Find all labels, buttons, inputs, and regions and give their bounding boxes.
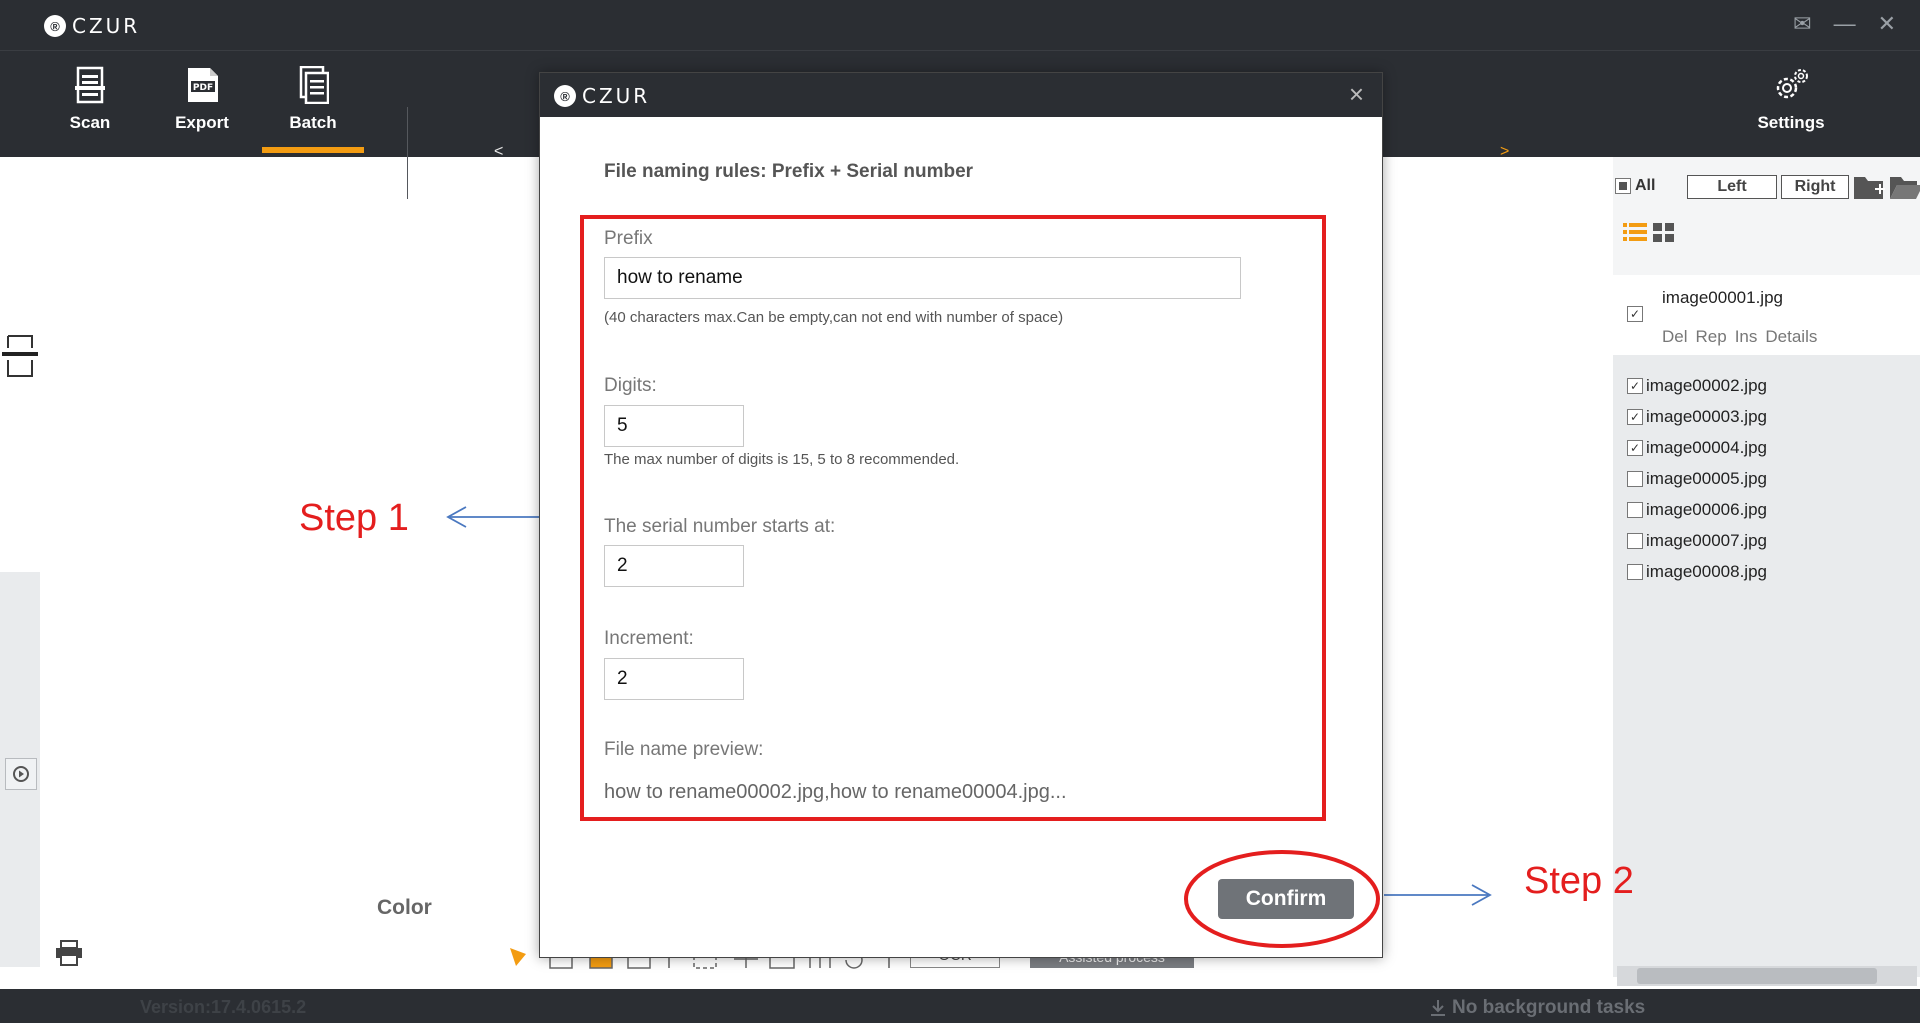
window-controls: ✉ — ✕ xyxy=(1793,12,1896,36)
gear-icon xyxy=(1741,65,1841,105)
step2-annotation: Step 2 xyxy=(1524,860,1634,902)
color-mode-label[interactable]: Color xyxy=(377,896,432,920)
toolbar-divider xyxy=(407,107,408,199)
list-view-icon[interactable] xyxy=(1623,221,1647,248)
file-panel-header: All Left Right xyxy=(1613,157,1920,275)
highlight-box xyxy=(580,215,1326,821)
background-tasks-label: No background tasks xyxy=(1452,997,1646,1018)
file-name: image00008.jpg xyxy=(1646,561,1767,581)
app-logo: ® CZUR xyxy=(44,14,140,38)
czur-logo-icon: ® xyxy=(554,85,576,107)
horizontal-scrollbar[interactable] xyxy=(1617,966,1917,986)
file-name: image00002.jpg xyxy=(1646,375,1767,395)
file-checkbox[interactable]: ✓ xyxy=(1627,408,1643,425)
list-item[interactable]: image00008.jpg xyxy=(1627,556,1767,587)
dialog-title-bar: ® CZUR × xyxy=(540,73,1382,117)
file-name: image00004.jpg xyxy=(1646,437,1767,457)
list-item[interactable]: image00006.jpg xyxy=(1627,494,1767,525)
first-file-checkbox[interactable]: ✓ xyxy=(1627,306,1643,322)
active-tab-indicator xyxy=(262,147,364,153)
delete-action[interactable]: Del xyxy=(1662,327,1688,347)
printer-icon[interactable] xyxy=(55,940,83,971)
export-label: Export xyxy=(175,113,229,132)
list-item[interactable]: image00005.jpg xyxy=(1627,463,1767,494)
naming-rules-heading: File naming rules: Prefix + Serial numbe… xyxy=(604,161,974,182)
dialog-close-button[interactable]: × xyxy=(1349,79,1364,110)
file-name: image00005.jpg xyxy=(1646,468,1767,488)
details-action[interactable]: Details xyxy=(1765,327,1817,347)
minimize-button[interactable]: — xyxy=(1834,12,1856,36)
czur-logo-icon: ® xyxy=(44,15,66,37)
list-item[interactable]: image00007.jpg xyxy=(1627,525,1767,556)
settings-button[interactable]: Settings xyxy=(1741,65,1841,133)
folder-open-icon[interactable] xyxy=(1889,173,1920,206)
file-checkbox[interactable]: ✓ xyxy=(1627,439,1643,456)
file-checkbox[interactable] xyxy=(1627,470,1643,487)
prev-arrow[interactable]: < xyxy=(494,143,503,161)
file-name: image00007.jpg xyxy=(1646,530,1767,550)
list-item[interactable]: ✓ image00004.jpg xyxy=(1627,432,1767,463)
scan-button[interactable]: Scan xyxy=(45,65,135,133)
file-checkbox[interactable] xyxy=(1627,501,1643,518)
step1-annotation: Step 1 xyxy=(299,497,409,539)
folder-import-icon[interactable] xyxy=(1853,173,1887,206)
list-item[interactable]: ✓ image00003.jpg xyxy=(1627,401,1767,432)
scan-area-icon[interactable] xyxy=(2,334,38,383)
rename-dialog: ® CZUR × File naming rules: Prefix + Ser… xyxy=(539,72,1383,958)
select-all-toggle[interactable]: All xyxy=(1615,177,1655,195)
file-actions: Del Rep Ins Details xyxy=(1662,327,1817,347)
list-item[interactable]: ✓ image00002.jpg xyxy=(1627,370,1767,401)
insert-action[interactable]: Ins xyxy=(1735,327,1758,347)
scan-label: Scan xyxy=(69,113,111,132)
export-button[interactable]: PDF Export xyxy=(157,65,247,133)
file-name: image00003.jpg xyxy=(1646,406,1767,426)
title-bar: ® CZUR ✉ — ✕ xyxy=(0,0,1920,50)
app-name: CZUR xyxy=(72,14,141,38)
svg-text:PDF: PDF xyxy=(193,83,213,93)
file-checkbox[interactable] xyxy=(1627,563,1643,580)
file-checkbox[interactable] xyxy=(1627,532,1643,549)
file-list: ✓ image00002.jpg ✓ image00003.jpg ✓ image00… xyxy=(1627,370,1767,587)
download-icon xyxy=(1431,1000,1445,1016)
right-page-button[interactable]: Right xyxy=(1781,175,1849,199)
dialog-logo: ® CZUR xyxy=(554,84,650,108)
scrollbar-thumb[interactable] xyxy=(1637,968,1877,984)
dialog-title: CZUR xyxy=(582,84,651,108)
file-checkbox[interactable]: ✓ xyxy=(1627,377,1643,394)
left-page-button[interactable]: Left xyxy=(1687,175,1777,199)
play-icon[interactable] xyxy=(5,758,37,790)
scanner-icon xyxy=(45,65,135,105)
first-file-name[interactable]: image00001.jpg xyxy=(1662,288,1783,308)
settings-label: Settings xyxy=(1757,113,1825,132)
version-text: Version:17.4.0615.2 xyxy=(140,997,307,1017)
batch-label: Batch xyxy=(289,113,337,132)
batch-document-icon xyxy=(268,65,358,105)
grid-view-icon[interactable] xyxy=(1653,221,1675,248)
background-tasks-status: No background tasks xyxy=(1430,997,1645,1019)
pdf-icon: PDF xyxy=(157,65,247,105)
batch-button[interactable]: Batch xyxy=(268,65,358,133)
confirm-highlight-ellipse xyxy=(1184,850,1380,948)
close-button[interactable]: ✕ xyxy=(1878,12,1896,36)
mail-icon[interactable]: ✉ xyxy=(1793,12,1811,36)
file-name: image00006.jpg xyxy=(1646,499,1767,519)
replace-action[interactable]: Rep xyxy=(1696,327,1727,347)
select-all-checkbox[interactable] xyxy=(1615,178,1631,194)
next-arrow[interactable]: > xyxy=(1500,143,1509,161)
status-bar: Version:17.4.0615.2 No background tasks xyxy=(0,989,1920,1023)
select-all-label: All xyxy=(1635,177,1656,194)
